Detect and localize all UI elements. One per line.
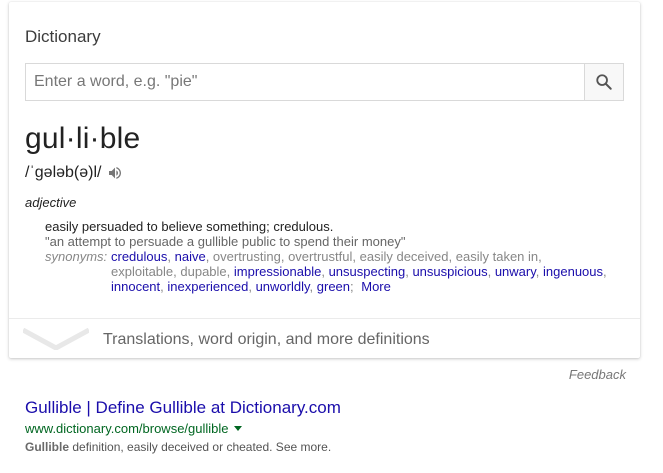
search-button[interactable] <box>584 63 624 101</box>
snippet-text: definition, easily deceived or cheated. … <box>69 440 332 454</box>
definition-text: easily persuaded to believe something; c… <box>45 219 334 234</box>
url-dropdown-icon[interactable] <box>233 426 242 431</box>
synonym-separator: , <box>309 279 317 294</box>
chevron-down-icon <box>23 328 89 350</box>
synonyms-more-link[interactable]: More <box>361 279 391 294</box>
synonym-separator: , <box>205 249 213 264</box>
synonym-overtrusting: overtrusting <box>212 249 281 264</box>
synonym-separator: , <box>535 264 544 279</box>
dictionary-search-box <box>25 63 624 101</box>
synonym-unworldly[interactable]: unworldly <box>256 279 310 294</box>
synonym-innocent[interactable]: innocent <box>111 279 160 294</box>
snippet-bold: Gullible <box>25 440 70 454</box>
synonyms-row: synonyms: credulous, naive, overtrusting… <box>45 249 625 294</box>
dictionary-card: Dictionary gul·li·ble /ˈɡələb(ə)l/ adjec… <box>9 2 640 358</box>
synonyms-list: credulous, naive, overtrusting, overtrus… <box>111 249 611 294</box>
headword: gul·li·ble <box>25 122 141 155</box>
speaker-icon[interactable] <box>107 165 123 181</box>
synonym-easily-deceived: easily deceived <box>359 249 449 264</box>
synonyms-label: synonyms: <box>45 249 108 264</box>
part-of-speech: adjective <box>25 195 77 210</box>
synonym-unsuspicious[interactable]: unsuspicious <box>412 264 487 279</box>
synonym-green[interactable]: green <box>317 279 350 294</box>
synonym-ingenuous[interactable]: ingenuous <box>543 264 603 279</box>
result-url-row: www.dictionary.com/browse/gullible <box>25 421 341 436</box>
search-result: Gullible | Define Gullible at Dictionary… <box>25 398 341 454</box>
synonym-unwary[interactable]: unwary <box>495 264 536 279</box>
synonym-separator: , <box>352 249 360 264</box>
card-title: Dictionary <box>25 27 101 46</box>
synonym-separator: , <box>538 249 542 264</box>
synonym-separator: , <box>603 264 607 279</box>
synonym-dupable: dupable <box>180 264 227 279</box>
synonym-separator: , <box>487 264 495 279</box>
synonym-separator: , <box>448 249 456 264</box>
synonym-separator: , <box>321 264 329 279</box>
feedback-link[interactable]: Feedback <box>569 367 626 382</box>
synonym-exploitable: exploitable <box>111 264 174 279</box>
synonym-credulous[interactable]: credulous <box>111 249 167 264</box>
example-sentence: "an attempt to persuade a gullible publi… <box>45 234 406 249</box>
synonym-inexperienced[interactable]: inexperienced <box>167 279 248 294</box>
definition-block: easily persuaded to believe something; c… <box>45 219 625 294</box>
synonym-easily-taken-in: easily taken in <box>455 249 539 264</box>
search-icon <box>596 74 612 90</box>
pronunciation: /ˈɡələb(ə)l/ <box>25 164 123 182</box>
synonym-impressionable[interactable]: impressionable <box>234 264 321 279</box>
result-url: www.dictionary.com/browse/gullible <box>25 421 229 436</box>
result-snippet: Gullible definition, easily deceived or … <box>25 440 341 454</box>
result-title-link[interactable]: Gullible | Define Gullible at Dictionary… <box>25 398 341 418</box>
synonym-separator: , <box>226 264 234 279</box>
synonym-overtrustful: overtrustful <box>288 249 353 264</box>
phonetic-text: /ˈɡələb(ə)l/ <box>25 164 102 181</box>
dictionary-search-input[interactable] <box>26 64 585 100</box>
synonym-separator: ; <box>350 279 358 294</box>
expand-label: Translations, word origin, and more defi… <box>103 331 430 348</box>
synonym-unsuspecting[interactable]: unsuspecting <box>329 264 406 279</box>
expand-more-definitions[interactable]: Translations, word origin, and more defi… <box>9 319 640 358</box>
synonym-separator: , <box>167 249 175 264</box>
synonym-separator: , <box>248 279 256 294</box>
synonym-separator: , <box>280 249 289 264</box>
synonym-naive[interactable]: naive <box>175 249 206 264</box>
